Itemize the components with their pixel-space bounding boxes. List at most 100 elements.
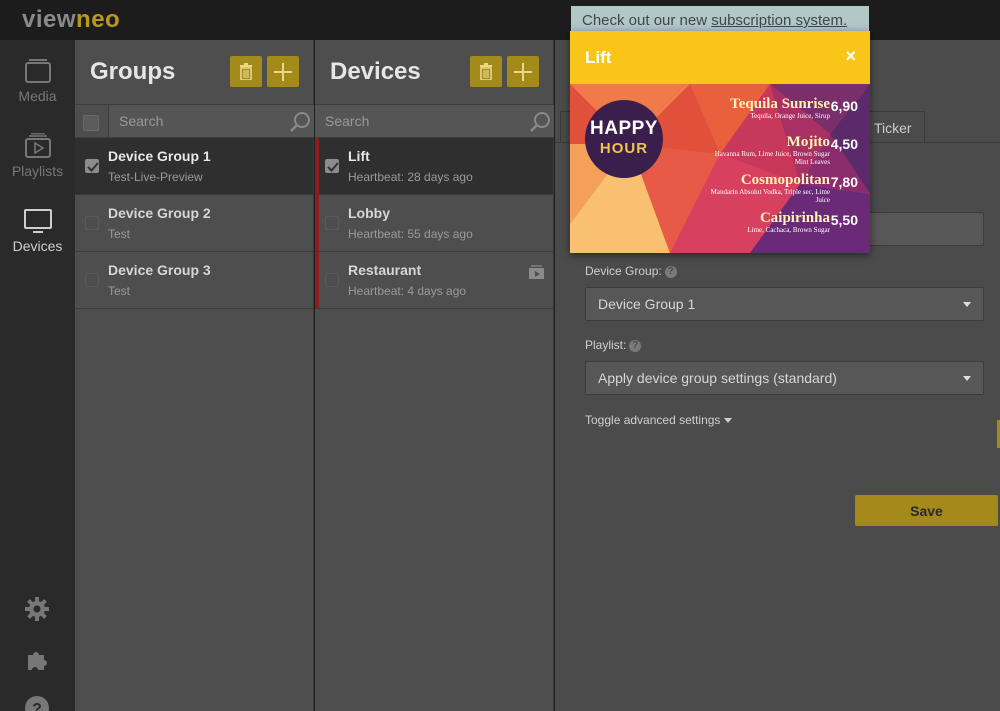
delete-group-button[interactable] bbox=[230, 56, 262, 87]
menu-item-price: 4,50 bbox=[830, 136, 858, 152]
menu-item: Tequila Sunrise Tequila, Orange Juice, S… bbox=[730, 96, 830, 120]
chevron-down-icon bbox=[963, 302, 971, 307]
menu-item-desc: Tequila, Orange Juice, Sirup bbox=[750, 112, 830, 120]
groups-panel: Groups Device Group 1 Test-Live-Preview bbox=[75, 40, 314, 711]
happy-hour-badge: HAPPY HOUR bbox=[585, 100, 663, 178]
menu-item: Cosmopolitan Mandarin Absolut Vodka, Tri… bbox=[700, 172, 830, 204]
group-row-checkbox[interactable] bbox=[85, 273, 99, 287]
advanced-settings-label: Toggle advanced settings bbox=[585, 413, 721, 427]
group-description: Test-Live-Preview bbox=[108, 170, 203, 184]
checkmark-icon bbox=[327, 162, 339, 172]
nav-item-media[interactable]: Media bbox=[0, 58, 75, 104]
menu-item-name: Caipirinha bbox=[759, 210, 830, 226]
caret-down-icon bbox=[724, 418, 733, 424]
offline-status-bar bbox=[315, 252, 319, 308]
devices-title: Devices bbox=[330, 58, 421, 85]
device-preview-popup: Lift × HAPPY HOUR Tequila Sunrise Tequil… bbox=[570, 31, 870, 253]
subscription-link[interactable]: subscription system. bbox=[711, 12, 847, 29]
sidebar: Media Playlists Devices ? bbox=[0, 40, 75, 711]
device-group-value: Device Group 1 bbox=[598, 296, 696, 312]
menu-item-name: Mojito bbox=[786, 134, 830, 150]
playlist-label-text: Playlist: bbox=[585, 338, 627, 352]
nav-label-devices: Devices bbox=[12, 238, 63, 254]
menu-item-desc: Havanna Rum, Lime Juice, Brown Sugar Min… bbox=[714, 150, 830, 166]
device-heartbeat: Heartbeat: 28 days ago bbox=[348, 170, 473, 184]
add-device-button[interactable] bbox=[507, 56, 539, 87]
subscription-notice: Check out our new subscription system. bbox=[571, 6, 869, 32]
group-description: Test bbox=[108, 227, 131, 241]
logo-text-view: view bbox=[22, 6, 77, 33]
device-row-lobby[interactable]: Lobby Heartbeat: 55 days ago bbox=[315, 195, 553, 252]
app-logo[interactable]: viewneo bbox=[22, 6, 120, 34]
nav-label-media: Media bbox=[18, 88, 57, 104]
badge-line-1: HAPPY bbox=[590, 118, 658, 139]
add-group-button[interactable] bbox=[267, 56, 299, 87]
help-icon[interactable]: ? bbox=[629, 339, 642, 352]
device-heartbeat: Heartbeat: 4 days ago bbox=[348, 284, 467, 298]
playlist-icon bbox=[529, 265, 544, 279]
groups-title: Groups bbox=[90, 58, 176, 85]
device-row-checkbox[interactable] bbox=[325, 273, 339, 287]
group-row-checkbox[interactable] bbox=[85, 216, 99, 230]
nav-item-devices[interactable]: Devices bbox=[0, 208, 75, 254]
group-row-3[interactable]: Device Group 3 Test bbox=[75, 252, 313, 309]
playlist-value: Apply device group settings (standard) bbox=[598, 370, 837, 386]
logo-text-neo: neo bbox=[76, 6, 121, 33]
help-icon[interactable]: ? bbox=[664, 265, 677, 278]
group-row-2[interactable]: Device Group 2 Test bbox=[75, 195, 313, 252]
device-group-label-text: Device Group: bbox=[585, 264, 662, 278]
devices-panel: Devices Lift Heartbeat: 28 days ago bbox=[315, 40, 554, 711]
menu-item-desc: Lime, Cachaca, Brown Sugar bbox=[747, 226, 830, 234]
device-heartbeat: Heartbeat: 55 days ago bbox=[348, 227, 473, 241]
search-icon[interactable] bbox=[289, 111, 311, 133]
devices-search-row bbox=[315, 104, 554, 138]
nav-item-playlists[interactable]: Playlists bbox=[0, 133, 75, 179]
device-row-checkbox[interactable] bbox=[325, 159, 339, 173]
group-name: Device Group 2 bbox=[108, 205, 211, 221]
menu-item-desc: Mandarin Absolut Vodka, Triple sec, Lime… bbox=[710, 188, 830, 204]
nav-label-playlists: Playlists bbox=[11, 163, 64, 179]
menu-item: Caipirinha Lime, Cachaca, Brown Sugar bbox=[747, 210, 830, 234]
group-description: Test bbox=[108, 284, 131, 298]
close-icon[interactable]: × bbox=[845, 46, 856, 67]
device-group-select[interactable]: Device Group 1 bbox=[585, 287, 984, 321]
delete-device-button[interactable] bbox=[470, 56, 502, 87]
search-icon[interactable] bbox=[529, 111, 551, 133]
device-group-label: Device Group:? bbox=[585, 264, 677, 278]
device-row-checkbox[interactable] bbox=[325, 216, 339, 230]
group-row-checkbox[interactable] bbox=[85, 159, 99, 173]
offline-status-bar bbox=[315, 138, 319, 194]
menu-item-price: 5,50 bbox=[830, 212, 858, 228]
group-name: Device Group 1 bbox=[108, 148, 211, 164]
plus-icon bbox=[514, 62, 532, 81]
menu-item: Mojito Havanna Rum, Lime Juice, Brown Su… bbox=[700, 134, 830, 166]
offline-status-bar bbox=[315, 195, 319, 251]
menu-item-name: Tequila Sunrise bbox=[730, 96, 830, 112]
playlist-icon bbox=[24, 133, 51, 158]
playlist-label: Playlist:? bbox=[585, 338, 642, 352]
devices-search-input[interactable] bbox=[315, 105, 554, 137]
plus-icon bbox=[274, 62, 292, 81]
menu-item-price: 7,80 bbox=[830, 174, 858, 190]
tab-ticker[interactable]: Ticker bbox=[861, 111, 925, 143]
monitor-icon bbox=[23, 209, 52, 233]
help-icon[interactable]: ? bbox=[24, 695, 50, 711]
trash-icon bbox=[480, 63, 492, 80]
menu-item-price: 6,90 bbox=[830, 98, 858, 114]
menu-item-name: Cosmopolitan bbox=[740, 172, 830, 188]
puzzle-icon[interactable] bbox=[24, 646, 50, 672]
groups-search-input[interactable] bbox=[108, 105, 314, 137]
svg-text:?: ? bbox=[32, 701, 42, 711]
select-all-groups-checkbox[interactable] bbox=[83, 115, 99, 131]
device-name: Lobby bbox=[348, 205, 390, 221]
gear-icon[interactable] bbox=[24, 596, 50, 622]
chevron-down-icon bbox=[963, 376, 971, 381]
playlist-select[interactable]: Apply device group settings (standard) bbox=[585, 361, 984, 395]
toggle-advanced-settings[interactable]: Toggle advanced settings bbox=[585, 413, 733, 427]
device-row-lift[interactable]: Lift Heartbeat: 28 days ago bbox=[315, 138, 553, 195]
preview-image: HAPPY HOUR Tequila Sunrise Tequila, Oran… bbox=[570, 84, 870, 253]
save-button[interactable]: Save bbox=[855, 495, 998, 526]
groups-search-row bbox=[75, 104, 314, 138]
device-row-restaurant[interactable]: Restaurant Heartbeat: 4 days ago bbox=[315, 252, 553, 309]
group-row-1[interactable]: Device Group 1 Test-Live-Preview bbox=[75, 138, 313, 195]
